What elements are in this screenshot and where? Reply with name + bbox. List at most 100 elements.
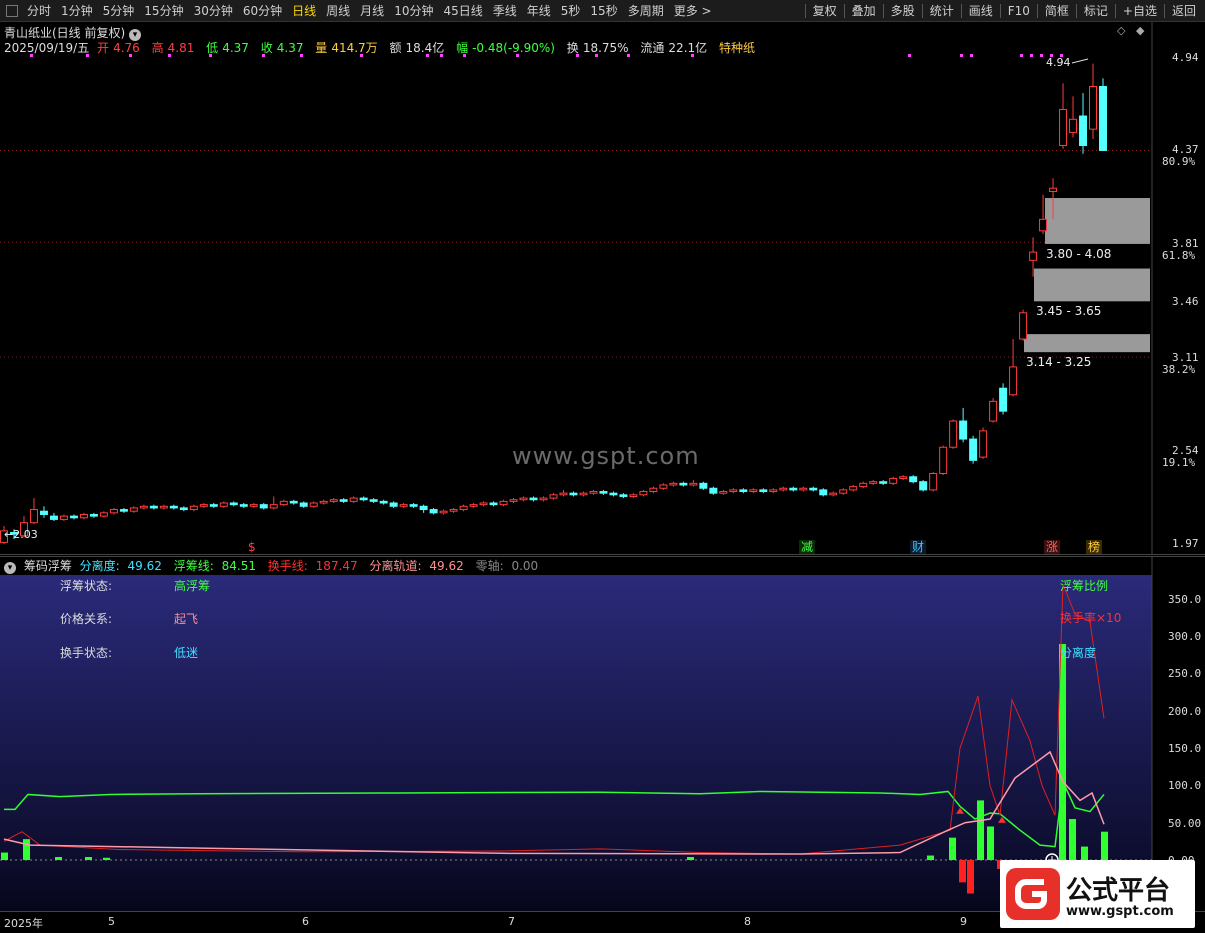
candle-body[interactable] [349, 497, 358, 502]
candle-body[interactable] [679, 482, 688, 486]
candle-body[interactable] [29, 509, 38, 524]
candle-body[interactable] [289, 500, 298, 504]
candle-body[interactable] [59, 515, 68, 520]
candle-body[interactable] [499, 500, 508, 506]
window-grip-icon[interactable] [6, 4, 18, 17]
candle-body[interactable] [969, 438, 978, 461]
mark-button[interactable]: 标记 [1079, 0, 1113, 22]
candle-body[interactable] [949, 420, 958, 448]
candle-body[interactable] [859, 482, 868, 488]
candle-body[interactable] [699, 482, 708, 489]
candle-body[interactable] [439, 510, 448, 514]
tab-daily[interactable]: 日线 [287, 0, 321, 22]
candle-body[interactable] [779, 487, 788, 491]
candle-body[interactable] [259, 504, 268, 509]
candle-body[interactable] [1039, 218, 1048, 232]
candle-body[interactable] [869, 481, 878, 484]
candle-body[interactable] [209, 504, 218, 507]
tab-30min[interactable]: 30分钟 [189, 0, 238, 22]
chip-zone[interactable] [1024, 334, 1150, 353]
candle-body[interactable] [489, 502, 498, 506]
candle-body[interactable] [319, 500, 328, 504]
candle-body[interactable] [819, 489, 828, 496]
candle-body[interactable] [509, 499, 518, 502]
candle-body[interactable] [719, 491, 728, 494]
candle-body[interactable] [149, 505, 158, 509]
tab-5sec[interactable]: 5秒 [556, 0, 586, 22]
candle-body[interactable] [939, 446, 948, 474]
event-marker[interactable]: 财 [910, 540, 927, 554]
candle-body[interactable] [569, 492, 578, 496]
candle-body[interactable] [549, 494, 558, 499]
candle-body[interactable] [229, 502, 238, 506]
candle-body[interactable] [849, 486, 858, 491]
sector-tag[interactable]: 特种纸 [719, 41, 755, 55]
indicator-panel[interactable]: ▾ 筹码浮筹 分离度: 49.62 浮筹线: 84.51 换手线: 187.47… [0, 556, 1205, 911]
candle-body[interactable] [459, 505, 468, 511]
candle-body[interactable] [909, 476, 918, 483]
candle-body[interactable] [379, 500, 388, 504]
event-marker[interactable]: $ [246, 540, 258, 554]
candle-body[interactable] [469, 504, 478, 507]
candle-body[interactable] [429, 509, 438, 514]
candle-body[interactable] [109, 509, 118, 514]
f10-button[interactable]: F10 [1003, 0, 1035, 22]
candle-body[interactable] [389, 502, 398, 507]
candle-body[interactable] [129, 507, 138, 512]
tab-fenshi[interactable]: 分时 [22, 0, 56, 22]
back-button[interactable]: 返回 [1167, 0, 1201, 22]
tab-1min[interactable]: 1分钟 [56, 0, 98, 22]
candle-body[interactable] [769, 489, 778, 493]
candle-body[interactable] [839, 489, 848, 494]
candle-body[interactable] [639, 491, 648, 496]
candle-body[interactable] [799, 487, 808, 491]
candle-body[interactable] [39, 510, 48, 515]
candle-body[interactable] [919, 481, 928, 491]
candle-body[interactable] [279, 500, 288, 506]
candle-body[interactable] [559, 492, 568, 496]
candle-body[interactable] [249, 504, 258, 507]
tab-45day[interactable]: 45日线 [438, 0, 487, 22]
candle-body[interactable] [759, 489, 768, 493]
tab-15sec[interactable]: 15秒 [585, 0, 622, 22]
candle-body[interactable] [359, 497, 368, 501]
event-marker[interactable]: 涨 [1044, 540, 1061, 554]
candle-body[interactable] [369, 499, 378, 502]
candle-body[interactable] [329, 499, 338, 502]
candle-body[interactable] [689, 482, 698, 486]
candle-body[interactable] [529, 497, 538, 501]
candle-body[interactable] [119, 509, 128, 512]
candle-body[interactable] [989, 400, 998, 422]
candle-body[interactable] [959, 420, 968, 440]
candle-body[interactable] [829, 492, 838, 496]
diamond-icon[interactable]: ◇ [1117, 24, 1125, 37]
chip-zone[interactable] [1034, 268, 1150, 302]
candle-body[interactable] [339, 499, 348, 502]
candle-body[interactable] [1089, 86, 1098, 130]
indicator-name[interactable]: 筹码浮筹 [24, 559, 72, 573]
candle-body[interactable] [889, 477, 898, 484]
candle-body[interactable] [879, 481, 888, 484]
candle-body[interactable] [519, 497, 528, 501]
kline-chart[interactable] [0, 22, 1205, 555]
candle-body[interactable] [709, 487, 718, 494]
candle-body[interactable] [219, 502, 228, 507]
tab-5min[interactable]: 5分钟 [98, 0, 140, 22]
candle-body[interactable] [239, 504, 248, 507]
candle-body[interactable] [299, 502, 308, 507]
candle-body[interactable] [929, 472, 938, 491]
chip-zone[interactable] [1045, 198, 1150, 244]
candle-body[interactable] [659, 484, 668, 489]
candle-body[interactable] [99, 512, 108, 517]
candle-body[interactable] [599, 491, 608, 494]
candle-body[interactable] [449, 509, 458, 512]
candle-body[interactable] [1029, 251, 1038, 261]
indicator-chevron-icon[interactable]: ▾ [4, 562, 16, 574]
tab-60min[interactable]: 60分钟 [238, 0, 287, 22]
candle-body[interactable] [609, 492, 618, 496]
candle-body[interactable] [1069, 118, 1078, 133]
candle-body[interactable] [1049, 187, 1058, 192]
candle-body[interactable] [629, 494, 638, 497]
tab-yearly[interactable]: 年线 [522, 0, 556, 22]
candle-body[interactable] [589, 491, 598, 494]
